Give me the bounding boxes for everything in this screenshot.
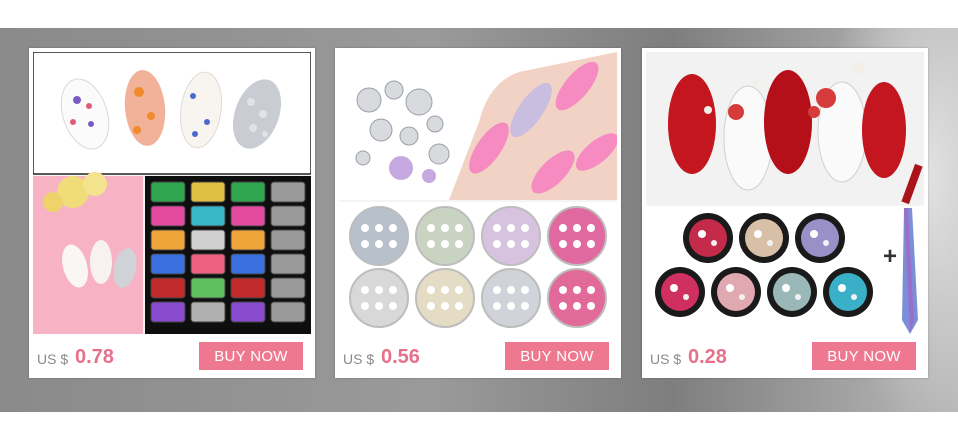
buy-now-button[interactable]: BUY NOW bbox=[199, 342, 303, 370]
price-row: US $ 0.78 BUY NOW bbox=[37, 342, 303, 372]
product-card-3[interactable]: + US $ 0.28 BUY NOW bbox=[642, 48, 928, 378]
price-value: 0.28 bbox=[688, 346, 727, 368]
product-card-1[interactable]: US $ 0.78 BUY NOW bbox=[29, 48, 315, 378]
product-image-nail-sequins[interactable] bbox=[33, 52, 311, 334]
product-card-2[interactable]: US $ 0.56 BUY NOW bbox=[335, 48, 621, 378]
price-currency: US $ bbox=[37, 351, 69, 367]
buy-now-button[interactable]: BUY NOW bbox=[812, 342, 916, 370]
price-value: 0.56 bbox=[381, 346, 420, 368]
price-currency: US $ bbox=[650, 351, 682, 367]
price-value: 0.78 bbox=[75, 346, 114, 368]
buy-now-button[interactable]: BUY NOW bbox=[505, 342, 609, 370]
price-currency: US $ bbox=[343, 351, 375, 367]
price-row: US $ 0.28 BUY NOW bbox=[650, 342, 916, 372]
product-image-nail-charms[interactable]: + bbox=[646, 52, 924, 334]
product-image-rhinestones[interactable] bbox=[339, 52, 617, 334]
price-row: US $ 0.56 BUY NOW bbox=[343, 342, 609, 372]
plus-sign: + bbox=[883, 243, 897, 270]
